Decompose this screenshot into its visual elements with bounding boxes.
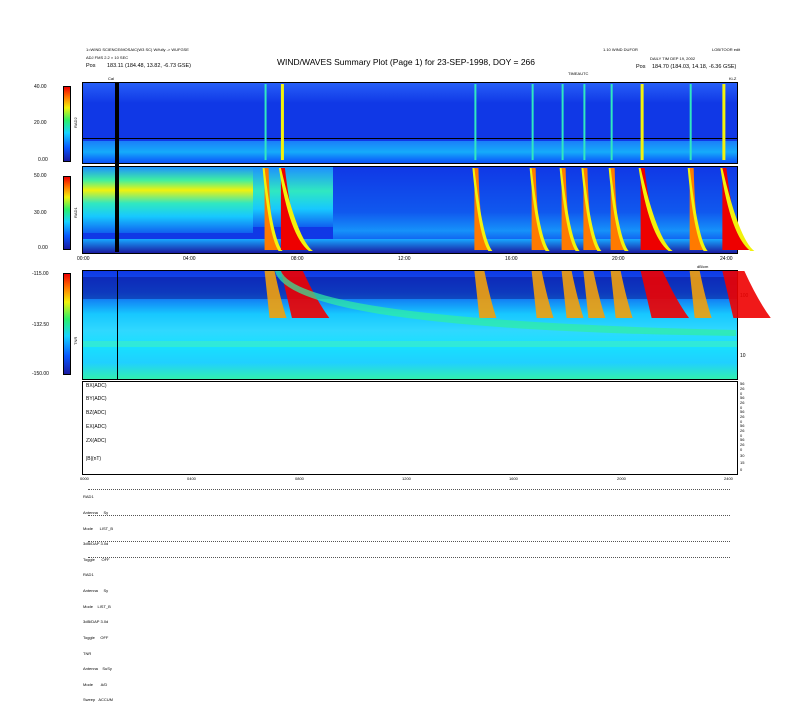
legend-line-8: 3dB/DAP 3.0d	[83, 619, 109, 625]
legend-line-0: RAD1	[83, 494, 94, 500]
legend-line-13: Sweep ACCUM	[83, 697, 114, 703]
legend-line-7: Mode LIST_B	[83, 603, 111, 609]
bottom-xtick-5: 2000	[617, 476, 626, 481]
rad2-burst-7	[640, 84, 644, 160]
legend-divider-0	[88, 489, 730, 490]
rad2-burst-6	[610, 84, 613, 160]
line-panel-label-1: BY(ADC)	[86, 396, 107, 402]
line-panel-label-2: BZ(ADC)	[86, 410, 107, 416]
legend-line-10: TNR	[83, 650, 92, 656]
legend-line-9: Toggle OFF	[83, 634, 109, 640]
line-panel-tick-5a: 30	[740, 453, 745, 458]
bottom-xtick-2: 0800	[295, 476, 304, 481]
instrument-legend: RAD1 Antenna Sy Mode LIST_B 3dB/DAP 3.0d…	[83, 484, 113, 708]
legend-line-11: Antenna SuSy	[83, 666, 112, 672]
bottom-xtick-1: 0400	[187, 476, 196, 481]
legend-divider-1	[88, 515, 730, 516]
rad2-burst-9	[722, 84, 726, 160]
bottom-xtick-3: 1200	[402, 476, 411, 481]
rad1-burst-9	[722, 168, 751, 250]
line-panel-tick-5b: 15	[740, 460, 745, 465]
line-panel-label-0: BX(ADC)	[86, 383, 107, 389]
legend-line-12: Mode A/D	[83, 681, 108, 687]
tnr-burst-5	[583, 271, 606, 318]
line-panel-label-5: |B|(nT)	[86, 456, 102, 462]
bottom-xtick-6: 2400	[724, 476, 733, 481]
legend-line-6: Antenna Sy	[83, 588, 109, 594]
legend-line-3: 3dB/DAP 3.0d	[83, 541, 109, 547]
tnr-burst-3	[531, 271, 554, 318]
burst-group	[262, 84, 771, 336]
rad2-burst-4	[561, 84, 564, 160]
tnr-burst-2	[474, 271, 497, 318]
bottom-xtick-0: 0000	[80, 476, 89, 481]
tnr-burst-7	[640, 271, 690, 318]
rad1-burst-1	[280, 168, 309, 250]
rad2-burst-8	[689, 84, 692, 160]
rad1-burst-7	[640, 168, 669, 250]
rad2-burst-1	[280, 84, 284, 160]
chart-overlay	[81, 84, 771, 473]
line-panel-label-3: EX(ADC)	[86, 424, 107, 430]
rad2-burst-2	[474, 84, 477, 160]
legend-divider-3	[88, 557, 730, 558]
tnr-burst-8	[689, 271, 712, 318]
rad2-burst-5	[583, 84, 586, 160]
line-panels-frame	[82, 381, 738, 475]
line-panel-label-4: ZX(ADC)	[86, 438, 107, 444]
tnr-burst-9	[722, 271, 771, 318]
bottom-xtick-4: 1600	[509, 476, 518, 481]
line-panel-tick-5c: 0	[740, 467, 743, 472]
line-panel-tick-4c: 0	[740, 447, 743, 452]
rad2-burst-3	[531, 84, 534, 160]
tnr-burst-4	[561, 271, 584, 318]
legend-line-2: Mode LIST_B	[83, 525, 114, 531]
legend-line-5: RAD1	[83, 572, 94, 578]
tnr-burst-6	[610, 271, 633, 318]
legend-divider-2	[88, 541, 730, 542]
rad2-burst-0	[264, 84, 267, 160]
